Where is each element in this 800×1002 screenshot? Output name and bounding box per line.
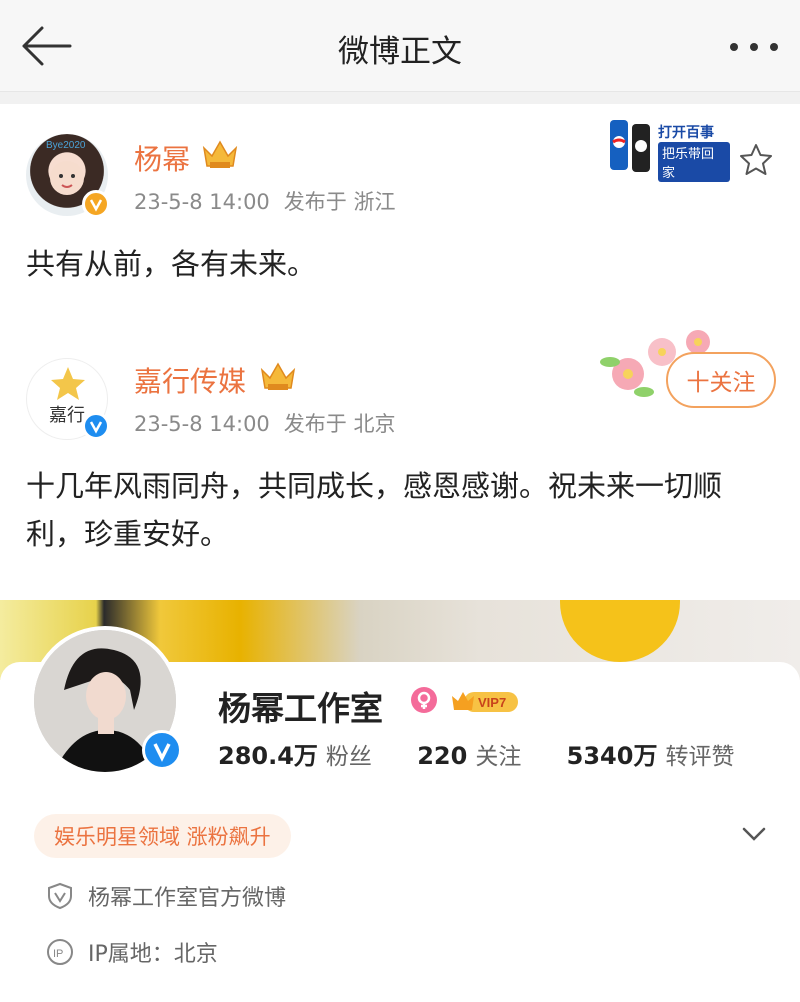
profile-name[interactable]: 杨幂工作室 (218, 682, 383, 730)
ip-text: IP属地：北京 (88, 942, 218, 967)
post-content: 十几年风雨同舟，共同成长，感恩感谢。祝未来一切顺利，珍重安好。 (26, 469, 723, 551)
author-name[interactable]: 杨幂 (134, 138, 190, 178)
stat-likes[interactable]: 5340万 转评赞 (567, 736, 735, 771)
favorite-star-icon[interactable] (738, 142, 774, 178)
ip-location-icon: IP (47, 939, 73, 965)
post-time: 23-5-8 14:00 (134, 190, 270, 214)
verified-blue-icon (142, 730, 182, 770)
crown-badge-icon (260, 362, 296, 390)
vip-crown-icon: VIP7 (452, 692, 518, 712)
verified-info-row: 杨幂工作室官方微博 (46, 880, 286, 912)
post-meta: 23-5-8 14:00 发布于 浙江 (134, 186, 395, 216)
crown-badge-icon (202, 140, 238, 168)
post-meta: 23-5-8 14:00 发布于 北京 (134, 408, 395, 438)
follow-button[interactable]: 十关注 (666, 352, 776, 408)
top-bar: 微博正文 (0, 0, 800, 92)
more-options-icon[interactable] (728, 40, 780, 54)
pepsi-can-icon (610, 120, 650, 172)
vip-badge[interactable]: VIP7 (450, 688, 520, 714)
female-badge-icon (411, 687, 437, 713)
avatar-text: 嘉行 (49, 405, 85, 426)
chevron-down-icon[interactable] (738, 820, 770, 848)
ip-info-row: IP IP属地：北京 (46, 936, 218, 968)
pepsi-promo-banner[interactable]: 打开百事 把乐带回家 (606, 112, 730, 182)
post-location: 发布于 北京 (283, 412, 396, 436)
profile-stats: 280.4万 粉丝 220 关注 5340万 转评赞 (218, 736, 772, 771)
stat-following[interactable]: 220 关注 (417, 737, 521, 771)
shield-icon (48, 882, 72, 910)
verified-text: 杨幂工作室官方微博 (88, 886, 287, 911)
promo-line-1: 打开百事 (658, 125, 714, 141)
verified-blue-icon (82, 412, 110, 440)
author-name[interactable]: 嘉行传媒 (134, 360, 246, 400)
header-divider (0, 92, 800, 104)
verified-orange-icon (82, 190, 110, 218)
post-time: 23-5-8 14:00 (134, 412, 270, 436)
vip-label: VIP7 (478, 695, 506, 710)
promo-line-2: 把乐带回家 (658, 142, 730, 182)
stat-fans[interactable]: 280.4万 粉丝 (218, 736, 372, 771)
svg-text:Bye2020: Bye2020 (46, 140, 86, 151)
post-location: 发布于 浙江 (283, 190, 396, 214)
page-title: 微博正文 (338, 34, 462, 70)
post-content: 共有从前，各有未来。 (26, 247, 317, 281)
svg-text:IP: IP (53, 948, 63, 960)
trending-tag[interactable]: 娱乐明星领域 涨粉飙升 (34, 814, 291, 858)
